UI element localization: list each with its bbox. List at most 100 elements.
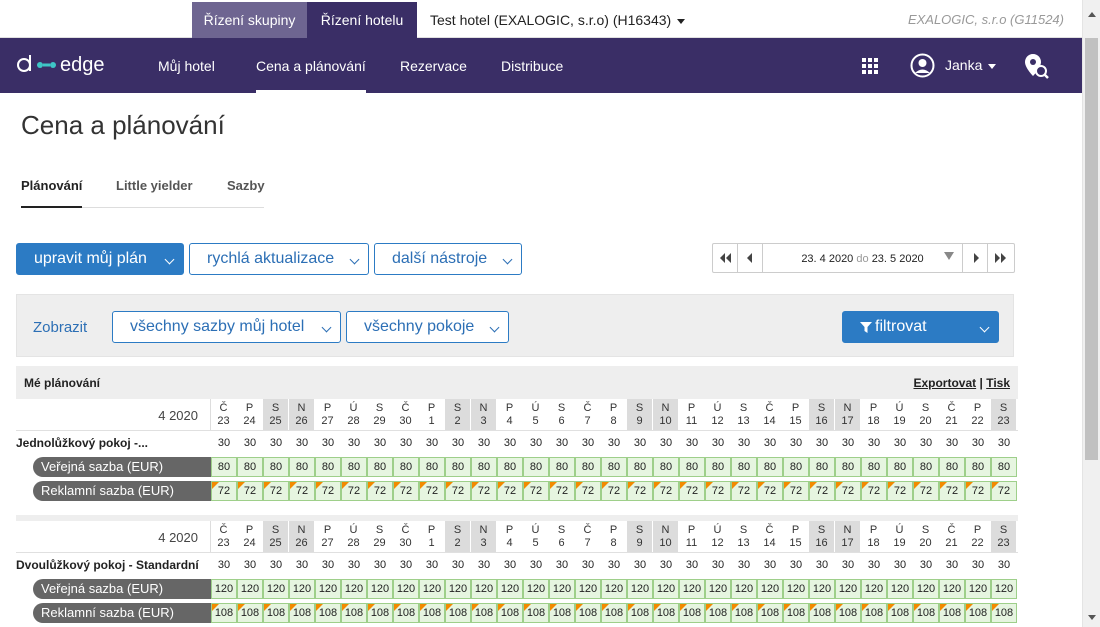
rate-cell[interactable]: 80 <box>705 457 731 477</box>
print-link[interactable]: Tisk <box>986 376 1010 390</box>
rate-cell[interactable]: 120 <box>861 579 887 599</box>
rate-cell[interactable]: 108 <box>289 603 315 623</box>
rate-cell[interactable]: 120 <box>939 579 965 599</box>
rate-cell[interactable]: 120 <box>601 579 627 599</box>
rate-cell[interactable]: 80 <box>627 457 653 477</box>
rate-cell[interactable]: 80 <box>523 457 549 477</box>
rate-cell[interactable]: 72 <box>341 481 367 501</box>
rate-cell[interactable]: 72 <box>445 481 471 501</box>
rate-cell[interactable]: 80 <box>965 457 991 477</box>
nav-my-hotel[interactable]: Můj hotel <box>158 38 215 93</box>
availability-cell[interactable]: 30 <box>887 553 913 577</box>
support-search-icon[interactable] <box>1022 52 1050 80</box>
hotel-selector[interactable]: Test hotel (EXALOGIC, s.r.o) (H16343) <box>430 2 686 38</box>
rate-cell[interactable]: 108 <box>653 603 679 623</box>
availability-cell[interactable]: 30 <box>601 431 627 455</box>
availability-cell[interactable]: 30 <box>731 431 757 455</box>
rate-cell[interactable]: 120 <box>575 579 601 599</box>
rate-cell[interactable]: 72 <box>393 481 419 501</box>
availability-cell[interactable]: 30 <box>367 431 393 455</box>
rate-cell[interactable]: 108 <box>835 603 861 623</box>
scroll-thumb[interactable] <box>1085 38 1098 460</box>
rate-cell[interactable]: 108 <box>263 603 289 623</box>
rate-cell[interactable]: 80 <box>575 457 601 477</box>
rate-cell[interactable]: 108 <box>575 603 601 623</box>
rate-cell[interactable]: 120 <box>627 579 653 599</box>
rate-name-cell[interactable]: Veřejná sazba (EUR) <box>16 577 211 601</box>
availability-cell[interactable]: 30 <box>601 553 627 577</box>
rate-cell[interactable]: 80 <box>393 457 419 477</box>
rate-cell[interactable]: 108 <box>237 603 263 623</box>
rate-cell[interactable]: 72 <box>549 481 575 501</box>
rate-cell[interactable]: 120 <box>263 579 289 599</box>
rate-cell[interactable]: 120 <box>237 579 263 599</box>
availability-cell[interactable]: 30 <box>653 431 679 455</box>
rate-cell[interactable]: 72 <box>471 481 497 501</box>
availability-cell[interactable]: 30 <box>211 431 237 455</box>
rate-cell[interactable]: 80 <box>497 457 523 477</box>
rate-cell[interactable]: 72 <box>367 481 393 501</box>
rate-cell[interactable]: 108 <box>367 603 393 623</box>
availability-cell[interactable]: 30 <box>965 553 991 577</box>
rate-cell[interactable]: 72 <box>237 481 263 501</box>
rate-cell[interactable]: 120 <box>367 579 393 599</box>
next-button[interactable] <box>963 244 988 272</box>
room-name-cell[interactable]: Jednolůžkový pokoj -... <box>16 431 211 455</box>
availability-cell[interactable]: 30 <box>497 431 523 455</box>
rate-cell[interactable]: 120 <box>809 579 835 599</box>
rate-cell[interactable]: 108 <box>497 603 523 623</box>
rate-cell[interactable]: 120 <box>497 579 523 599</box>
last-page-button[interactable] <box>988 244 1014 272</box>
page-scrollbar[interactable] <box>1082 0 1100 627</box>
rate-name-cell[interactable]: Reklamní sazba (EUR) <box>16 601 211 625</box>
availability-cell[interactable]: 30 <box>289 431 315 455</box>
availability-cell[interactable]: 30 <box>939 553 965 577</box>
availability-cell[interactable]: 30 <box>679 431 705 455</box>
rate-cell[interactable]: 108 <box>627 603 653 623</box>
rate-cell[interactable]: 72 <box>627 481 653 501</box>
rate-cell[interactable]: 108 <box>991 603 1017 623</box>
availability-cell[interactable]: 30 <box>705 431 731 455</box>
availability-cell[interactable]: 30 <box>575 553 601 577</box>
availability-cell[interactable]: 30 <box>731 553 757 577</box>
availability-cell[interactable]: 30 <box>523 553 549 577</box>
availability-cell[interactable]: 30 <box>757 431 783 455</box>
availability-cell[interactable]: 30 <box>419 431 445 455</box>
rate-cell[interactable]: 120 <box>991 579 1017 599</box>
rate-cell[interactable]: 108 <box>861 603 887 623</box>
availability-cell[interactable]: 30 <box>913 431 939 455</box>
rate-cell[interactable]: 108 <box>757 603 783 623</box>
rate-cell[interactable]: 72 <box>939 481 965 501</box>
rate-name-cell[interactable]: Veřejná sazba (EUR) <box>16 455 211 479</box>
user-avatar-icon[interactable] <box>910 53 935 78</box>
rate-cell[interactable]: 108 <box>341 603 367 623</box>
availability-cell[interactable]: 30 <box>237 431 263 455</box>
rate-cell[interactable]: 120 <box>913 579 939 599</box>
export-link[interactable]: Exportovat <box>913 376 976 390</box>
nav-price-planning[interactable]: Cena a plánování <box>256 38 366 93</box>
availability-cell[interactable]: 30 <box>783 553 809 577</box>
rate-cell[interactable]: 80 <box>237 457 263 477</box>
rate-cell[interactable]: 80 <box>861 457 887 477</box>
availability-cell[interactable]: 30 <box>965 431 991 455</box>
rate-cell[interactable]: 72 <box>523 481 549 501</box>
rate-cell[interactable]: 72 <box>809 481 835 501</box>
previous-button[interactable] <box>738 244 763 272</box>
quick-update-button[interactable]: rychlá aktualizace <box>189 243 369 275</box>
rate-cell[interactable]: 80 <box>445 457 471 477</box>
rate-cell[interactable]: 108 <box>679 603 705 623</box>
availability-cell[interactable]: 30 <box>627 553 653 577</box>
rate-cell[interactable]: 108 <box>471 603 497 623</box>
rate-cell[interactable]: 80 <box>757 457 783 477</box>
rate-cell[interactable]: 72 <box>991 481 1017 501</box>
rate-name-cell[interactable]: Reklamní sazba (EUR) <box>16 479 211 503</box>
rate-cell[interactable]: 80 <box>913 457 939 477</box>
availability-cell[interactable]: 30 <box>497 553 523 577</box>
user-menu[interactable]: Janka <box>945 38 997 93</box>
availability-cell[interactable]: 30 <box>939 431 965 455</box>
date-range-picker[interactable]: 23. 4 2020 do 23. 5 2020 <box>763 244 963 272</box>
rate-cell[interactable]: 72 <box>887 481 913 501</box>
availability-cell[interactable]: 30 <box>263 431 289 455</box>
rate-cell[interactable]: 80 <box>211 457 237 477</box>
edit-plan-button[interactable]: upravit můj plán <box>16 243 184 275</box>
